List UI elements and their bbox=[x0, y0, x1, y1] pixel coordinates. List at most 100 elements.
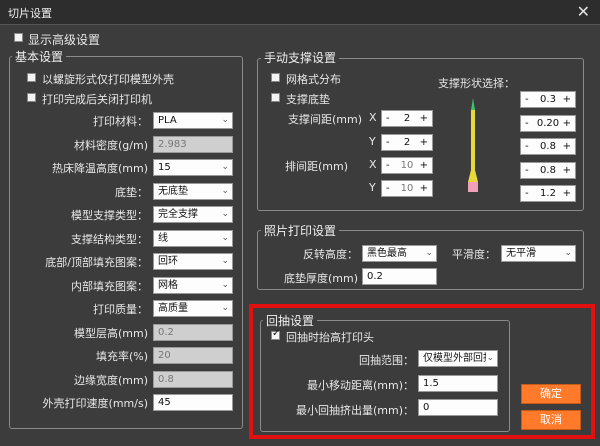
basic-row-input: 0.8 bbox=[153, 370, 233, 388]
chevron-down-icon: ⌄ bbox=[221, 303, 229, 313]
title-bar: 切片设置 ✕ bbox=[0, 0, 600, 25]
increment-button[interactable]: + bbox=[420, 181, 428, 196]
chevron-down-icon: ⌄ bbox=[221, 256, 229, 266]
spiral-checkbox[interactable] bbox=[27, 73, 36, 82]
show-advanced-checkbox[interactable] bbox=[14, 33, 23, 42]
basic-row-value: 线 bbox=[158, 232, 168, 244]
grid-distribution-checkbox[interactable] bbox=[271, 73, 280, 82]
basic-row-label: 模型支撑类型： bbox=[71, 209, 148, 222]
spacing-x-axis: X bbox=[369, 111, 377, 124]
retract-range-label: 回抽范围： bbox=[359, 354, 414, 367]
base-thickness-input[interactable]: 0.2 bbox=[362, 268, 437, 285]
basic-row-value: 回环 bbox=[158, 256, 178, 267]
chevron-down-icon: ⌄ bbox=[221, 162, 229, 172]
support-shape-stepper[interactable]: -0.3 + bbox=[520, 91, 576, 108]
increment-button[interactable]: + bbox=[420, 158, 428, 173]
base-thickness-label: 底垫厚度(mm) bbox=[283, 272, 358, 285]
smoothness-label: 平滑度： bbox=[452, 248, 496, 261]
increment-button[interactable]: + bbox=[420, 135, 428, 150]
basic-row-input: 2.983 bbox=[153, 135, 233, 153]
basic-row-label: 底部/顶部填充图案： bbox=[45, 256, 148, 269]
spacing-x-stepper[interactable]: - 2 + bbox=[381, 110, 433, 127]
support-base-checkbox[interactable] bbox=[271, 93, 280, 102]
basic-row-label: 外壳打印速度(mm/s) bbox=[42, 397, 148, 410]
basic-row-value: PLA bbox=[158, 115, 177, 126]
basic-row-label: 边缘宽度(mm) bbox=[73, 373, 148, 387]
basic-row-label: 热床降温高度(mm) bbox=[51, 162, 148, 175]
basic-row-select[interactable]: 无底垫 ⌄ bbox=[153, 182, 233, 200]
lift-head-checkbox[interactable] bbox=[271, 328, 280, 340]
support-shape-stepper[interactable]: -0.8 + bbox=[520, 161, 576, 179]
close-after-print-checkbox[interactable] bbox=[27, 93, 36, 102]
basic-row-input: 0.2 bbox=[153, 323, 233, 341]
basic-row-value: 高质量 bbox=[158, 303, 188, 314]
spacing-y-stepper[interactable]: - 2 + bbox=[381, 134, 433, 151]
chevron-down-icon: ⌄ bbox=[221, 185, 229, 196]
chevron-down-icon: ⌄ bbox=[221, 209, 229, 219]
support-shape-stepper[interactable]: -1.2 + bbox=[520, 185, 576, 202]
basic-row-label: 内部填充图案： bbox=[71, 279, 148, 293]
chevron-down-icon: ⌄ bbox=[425, 248, 433, 258]
support-base-label: 支撑底垫 bbox=[286, 93, 330, 106]
basic-row-label: 打印材料： bbox=[93, 115, 148, 128]
row-spacing-label: 排间距(mm) bbox=[284, 160, 348, 173]
min-extrude-input[interactable]: 0 bbox=[418, 399, 498, 416]
spacing-y-axis: Y bbox=[369, 135, 376, 148]
window-title: 切片设置 bbox=[8, 7, 52, 20]
min-move-label: 最小移动距离(mm)： bbox=[306, 379, 414, 392]
retract-range-select[interactable]: 仅模型外部回抽 ⌄ bbox=[418, 350, 498, 367]
ok-button[interactable]: 确定 bbox=[521, 384, 581, 404]
reverse-height-label: 反转高度： bbox=[303, 248, 358, 261]
increment-button[interactable]: + bbox=[563, 139, 571, 154]
basic-row-input[interactable]: 45 bbox=[153, 394, 233, 411]
basic-row-select[interactable]: PLA ⌄ bbox=[153, 112, 233, 129]
close-after-print-label: 打印完成后关闭打印机 bbox=[42, 93, 152, 106]
chevron-down-icon: ⌄ bbox=[221, 279, 229, 290]
chevron-down-icon: ⌄ bbox=[221, 115, 229, 125]
smoothness-value: 无平滑 bbox=[506, 248, 536, 259]
spiral-label: 以螺旋形式仅打印模型外壳 bbox=[42, 73, 174, 86]
basic-row-value: 网格 bbox=[158, 279, 178, 291]
manual-support-title: 手动支撑设置 bbox=[261, 49, 340, 66]
increment-button[interactable]: + bbox=[563, 116, 571, 131]
basic-row-label: 材料密度(g/m) bbox=[74, 138, 148, 152]
basic-row-label: 底垫： bbox=[115, 185, 148, 199]
row-x-stepper[interactable]: - 10 + bbox=[381, 157, 433, 174]
chevron-down-icon: ⌄ bbox=[221, 232, 229, 243]
basic-row-select[interactable]: 网格 ⌄ bbox=[153, 276, 233, 294]
increment-button[interactable]: + bbox=[563, 163, 571, 178]
basic-row-select[interactable]: 15 ⌄ bbox=[153, 159, 233, 176]
increment-button[interactable]: + bbox=[563, 92, 571, 107]
photo-print-title: 照片打印设置 bbox=[261, 222, 340, 239]
min-move-input[interactable]: 1.5 bbox=[418, 375, 498, 392]
grid-distribution-label: 网格式分布 bbox=[286, 73, 341, 86]
retract-title: 回抽设置 bbox=[263, 312, 318, 329]
basic-row-select[interactable]: 完全支撑 ⌄ bbox=[153, 206, 233, 223]
increment-button[interactable]: + bbox=[563, 186, 571, 201]
retract-range-value: 仅模型外部回抽 bbox=[423, 353, 493, 364]
close-icon[interactable]: ✕ bbox=[577, 2, 590, 21]
reverse-height-value: 黑色最高 bbox=[367, 248, 407, 259]
row-y-stepper[interactable]: - 10 + bbox=[381, 180, 433, 197]
support-shape-stepper[interactable]: -0.8 + bbox=[520, 138, 576, 155]
basic-row-value: 完全支撑 bbox=[158, 209, 198, 220]
basic-row-input: 20 bbox=[153, 347, 233, 364]
support-shape-label: 支撑形状选择： bbox=[438, 77, 515, 90]
basic-row-value: 无底垫 bbox=[158, 185, 188, 197]
row-y-axis: Y bbox=[369, 181, 376, 194]
support-shape-preview-icon bbox=[468, 98, 478, 192]
basic-row-label: 模型层高(mm) bbox=[73, 326, 148, 340]
basic-row-value: 15 bbox=[158, 162, 171, 173]
chevron-down-icon: ⌄ bbox=[564, 248, 572, 258]
support-shape-stepper[interactable]: -0.20 + bbox=[520, 114, 576, 132]
basic-row-select[interactable]: 高质量 ⌄ bbox=[153, 300, 233, 317]
reverse-height-select[interactable]: 黑色最高 ⌄ bbox=[362, 245, 437, 262]
increment-button[interactable]: + bbox=[420, 111, 428, 126]
min-extrude-label: 最小回抽挤出量(mm)： bbox=[295, 404, 414, 417]
basic-row-select[interactable]: 线 ⌄ bbox=[153, 229, 233, 247]
smoothness-select[interactable]: 无平滑 ⌄ bbox=[501, 245, 576, 262]
cancel-button[interactable]: 取消 bbox=[521, 410, 581, 430]
basic-row-label: 打印质量： bbox=[93, 303, 148, 316]
basic-row-select[interactable]: 回环 ⌄ bbox=[153, 253, 233, 270]
show-advanced-label: 显示高级设置 bbox=[28, 33, 101, 47]
